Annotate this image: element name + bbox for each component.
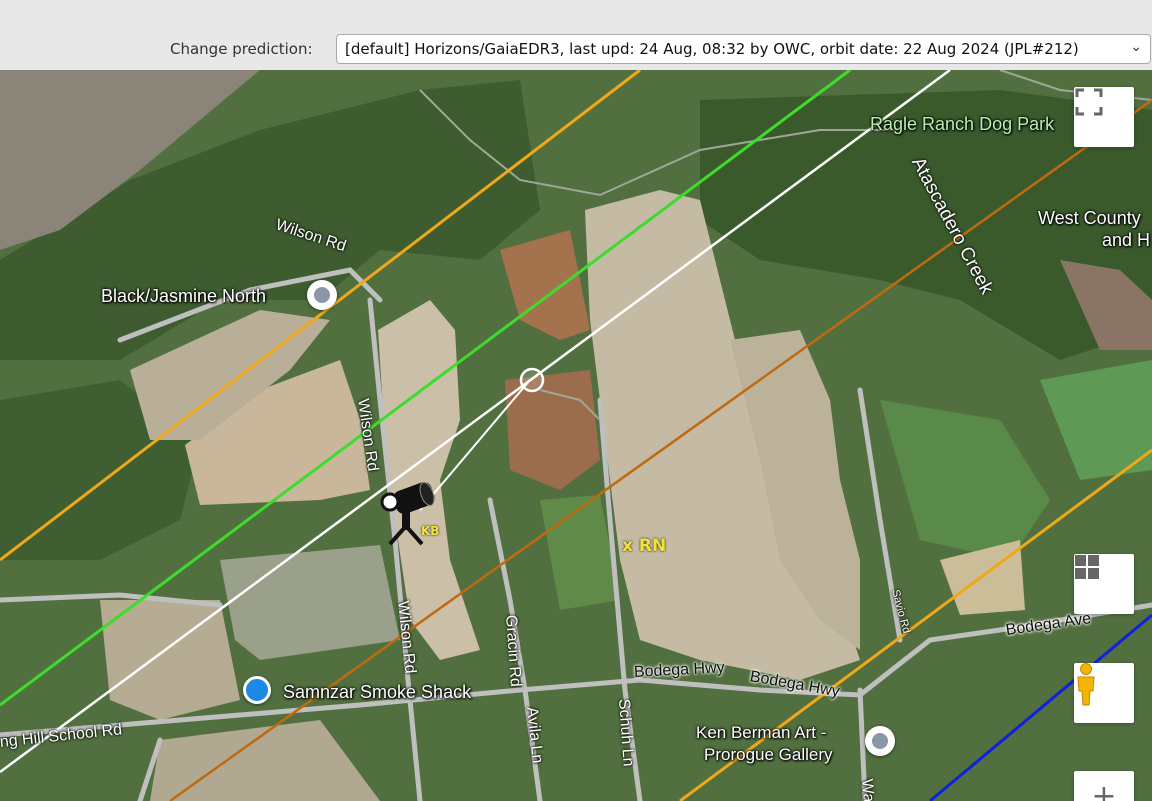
fullscreen-button[interactable] [1074, 87, 1134, 147]
zoom-in-button[interactable]: + [1074, 771, 1134, 801]
fullscreen-icon [1075, 88, 1103, 116]
place-label: Ken Berman Art - [696, 723, 827, 742]
plus-icon: + [1091, 778, 1117, 801]
chevron-down-icon: ⌄ [1130, 39, 1142, 55]
place-label: Prorogue Gallery [704, 745, 833, 764]
orchard [100, 600, 240, 720]
prediction-toolbar: Change prediction: [default] Horizons/Ga… [0, 0, 1152, 70]
map-view[interactable]: KB x RN Ragle Ranch Dog Park West County… [0, 70, 1152, 801]
layers-button[interactable] [1074, 554, 1134, 614]
observer-code[interactable]: x RN [622, 536, 666, 556]
prediction-select-value: [default] Horizons/GaiaEDR3, last upd: 2… [345, 40, 1079, 58]
streetview-button[interactable] [1074, 663, 1134, 723]
layers-grid-icon [1075, 555, 1099, 579]
pegman-icon [1077, 663, 1095, 706]
target-circle [519, 367, 545, 393]
place-label: West County [1038, 208, 1141, 228]
observer-code[interactable]: KB [421, 524, 439, 538]
map-canvas [0, 70, 1152, 801]
place-label: and H [1102, 230, 1151, 250]
road-label: Wa [858, 778, 878, 801]
prediction-select[interactable]: [default] Horizons/GaiaEDR3, last upd: 2… [336, 34, 1151, 64]
place-label: Ragle Ranch Dog Park [870, 114, 1055, 134]
shopping-bag-icon[interactable] [243, 676, 271, 704]
vineyard [220, 545, 400, 660]
prediction-label: Change prediction: [170, 40, 313, 58]
map-pin-icon[interactable] [865, 726, 895, 756]
map-pin-icon[interactable] [307, 280, 337, 310]
place-label: Samnzar Smoke Shack [283, 682, 472, 702]
place-label: Black/Jasmine North [101, 286, 267, 306]
